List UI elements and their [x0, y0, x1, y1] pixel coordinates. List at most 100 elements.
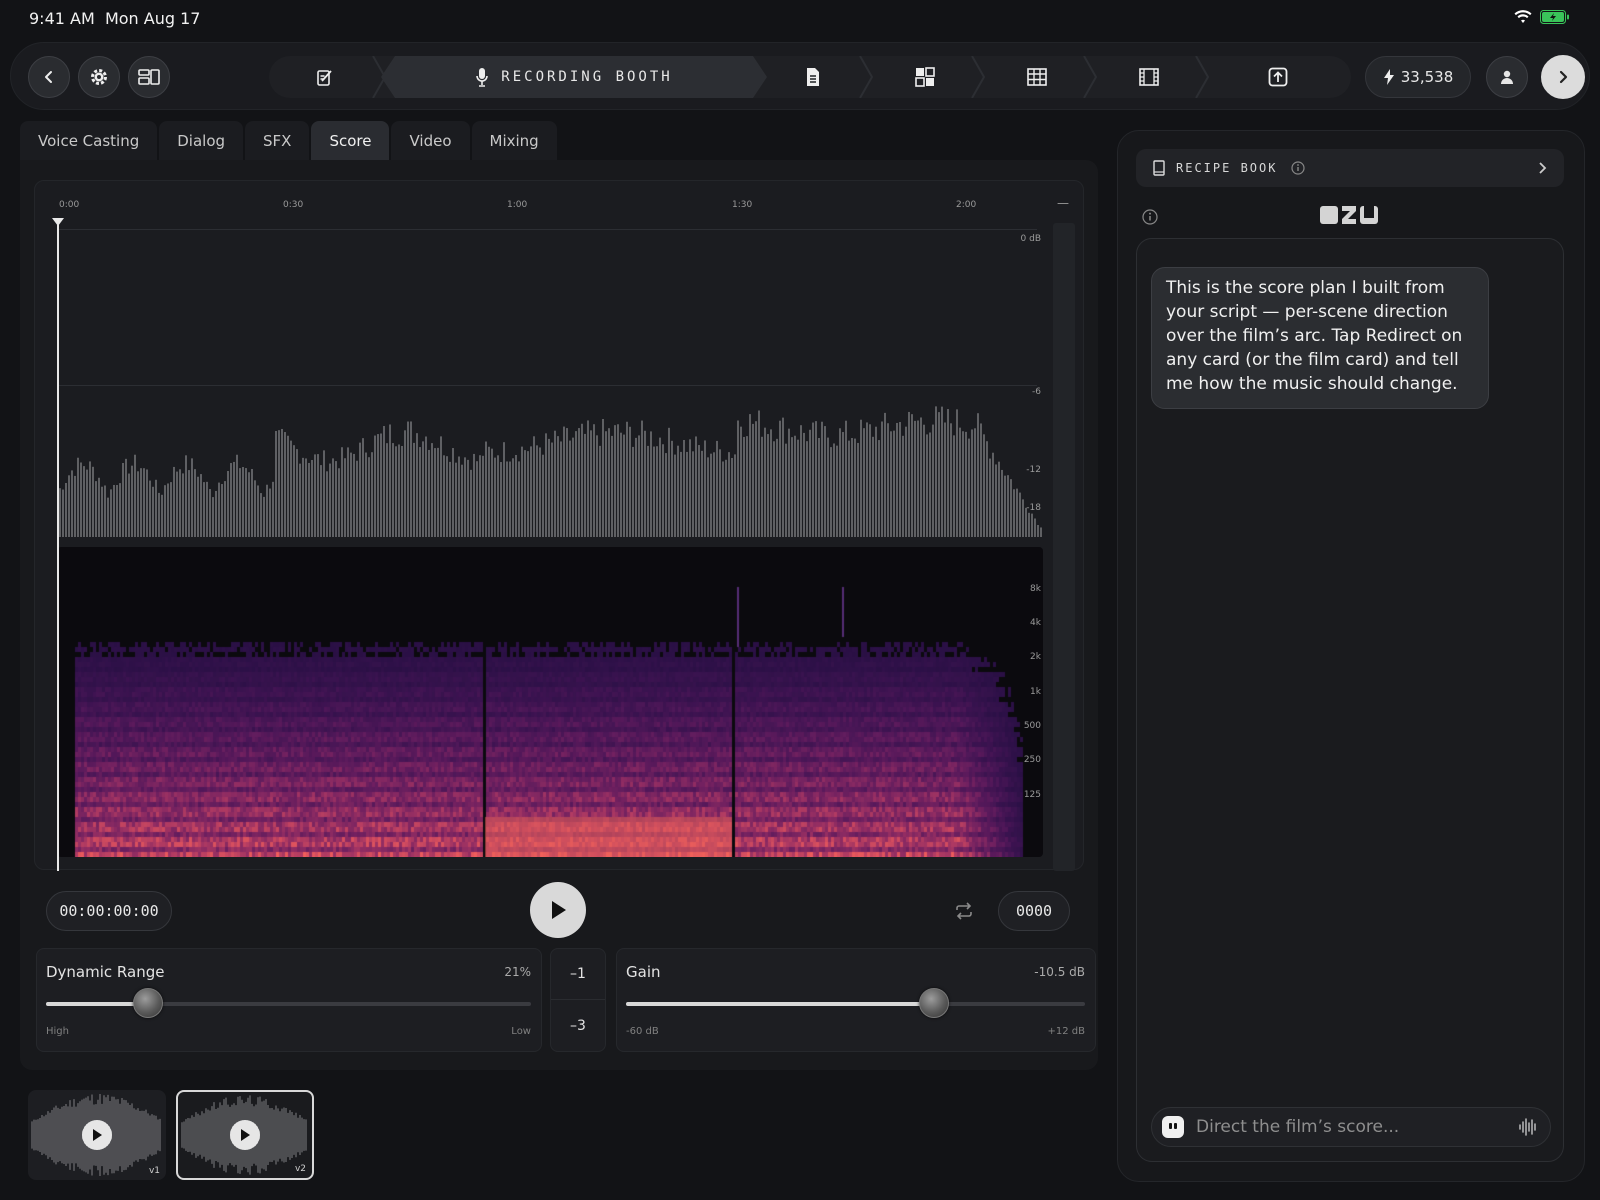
- recipe-book-button[interactable]: RECIPE BOOK: [1136, 149, 1564, 187]
- gain-slider[interactable]: [626, 988, 1085, 1018]
- score-editor: 0:00 0:30 1:00 1:30 2:00 — 0 dB -6 -12 -…: [20, 160, 1098, 1070]
- timeline-tick: 0:30: [283, 200, 304, 210]
- loop-icon[interactable]: [954, 902, 974, 920]
- voice-waveform-icon[interactable]: [1518, 1117, 1538, 1137]
- tab-score[interactable]: Score: [311, 121, 390, 161]
- chevron-right-icon: [1539, 162, 1547, 174]
- user-icon: [1501, 70, 1513, 84]
- back-button[interactable]: [28, 56, 70, 98]
- vertical-scrollbar[interactable]: [1053, 223, 1075, 871]
- profile-button[interactable]: [1486, 56, 1528, 98]
- layout-button[interactable]: [128, 56, 170, 98]
- slider-fill: [626, 1002, 934, 1006]
- step-minus-3-button[interactable]: –3: [551, 1000, 605, 1051]
- settings-button[interactable]: [78, 56, 120, 98]
- spectrogram-canvas: [57, 547, 1043, 857]
- waveform: [57, 406, 1042, 537]
- freq-label: 250: [1023, 755, 1041, 765]
- step-presets: –1 –3: [550, 948, 606, 1052]
- control-value: -10.5 dB: [1034, 965, 1085, 979]
- timeline-tick: 0:00: [59, 200, 80, 210]
- slider-knob[interactable]: [132, 988, 163, 1018]
- play-icon: [241, 1129, 250, 1141]
- step-document[interactable]: [757, 56, 869, 98]
- info-icon[interactable]: [1291, 161, 1306, 175]
- slider-knob[interactable]: [918, 988, 949, 1018]
- tab-video[interactable]: Video: [391, 121, 470, 161]
- module-tabs: Voice Casting Dialog SFX Score Video Mix…: [20, 121, 557, 161]
- recipe-book-title: RECIPE BOOK: [1176, 161, 1278, 175]
- info-icon[interactable]: [1142, 209, 1158, 225]
- top-toolbar: RECORDING BOOTH 33,538: [10, 42, 1590, 110]
- microphone-icon: [475, 67, 489, 87]
- freq-label: 125: [1023, 790, 1041, 800]
- timeline-tick: 1:00: [507, 200, 528, 210]
- frame-counter: 0000: [998, 891, 1070, 931]
- face-icon: [1169, 1123, 1177, 1129]
- step-table[interactable]: [981, 56, 1093, 98]
- film-strip-icon: [1139, 68, 1159, 86]
- pencil-note-icon: [317, 70, 332, 86]
- step-script[interactable]: [269, 56, 381, 98]
- chat-composer[interactable]: Direct the film’s score...: [1151, 1107, 1551, 1147]
- tab-dialog[interactable]: Dialog: [159, 121, 244, 161]
- version-label: v2: [294, 1164, 306, 1174]
- layout-icon: [138, 69, 160, 85]
- tab-mixing[interactable]: Mixing: [471, 121, 557, 161]
- play-icon: [552, 901, 566, 919]
- version-thumbnail-selected[interactable]: v2: [176, 1090, 314, 1180]
- freq-label: 2k: [1030, 652, 1041, 662]
- version-label: v1: [148, 1166, 160, 1176]
- step-minus-1-button[interactable]: –1: [551, 949, 605, 1000]
- thumbnail-play-button[interactable]: [82, 1120, 112, 1150]
- export-icon: [1268, 67, 1288, 87]
- version-thumbnail[interactable]: v1: [28, 1090, 166, 1180]
- chevron-left-icon: [45, 71, 52, 83]
- grid-line: [57, 229, 1037, 230]
- gain-control: Gain -10.5 dB -60 dB +12 dB: [616, 948, 1096, 1052]
- timeline-end-marker: —: [1057, 196, 1069, 210]
- pipeline-stepper: RECORDING BOOTH: [269, 56, 1351, 98]
- playhead[interactable]: [52, 218, 64, 871]
- step-export[interactable]: [1205, 56, 1351, 98]
- dynamic-range-slider[interactable]: [46, 988, 531, 1018]
- control-title: Gain: [626, 963, 661, 981]
- control-title: Dynamic Range: [46, 963, 165, 981]
- battery-icon: [1540, 10, 1569, 24]
- play-icon: [93, 1129, 102, 1141]
- step-film[interactable]: [1093, 56, 1205, 98]
- step-recording-booth[interactable]: RECORDING BOOTH: [381, 56, 767, 98]
- timeline-tick: 2:00: [956, 200, 977, 210]
- assistant-panel: RECIPE BOOK This is the score plan I bui…: [1117, 130, 1585, 1182]
- control-min-label: High: [46, 1026, 69, 1037]
- spectrogram: 8k 4k 2k 1k 500 250 125: [57, 547, 1043, 857]
- status-icons: [1514, 10, 1570, 24]
- tab-sfx[interactable]: SFX: [245, 121, 310, 161]
- book-icon: [1153, 160, 1165, 176]
- table-grid-icon: [1027, 68, 1047, 86]
- brand-logo-icon: [1320, 206, 1378, 224]
- audio-visualizer: 0:00 0:30 1:00 1:30 2:00 — 0 dB -6 -12 -…: [34, 180, 1084, 871]
- playhead-marker-icon: [52, 218, 64, 226]
- timecode-display: 00:00:00:00: [46, 891, 172, 931]
- assistant-avatar: [1162, 1116, 1184, 1138]
- timeline-tick: 1:30: [732, 200, 753, 210]
- control-max-label: Low: [511, 1026, 531, 1037]
- play-button[interactable]: [530, 882, 586, 938]
- step-storyboard[interactable]: [869, 56, 981, 98]
- control-min-label: -60 dB: [626, 1026, 659, 1037]
- tab-voice-casting[interactable]: Voice Casting: [20, 121, 158, 161]
- chat-thread: This is the score plan I built from your…: [1136, 238, 1564, 1162]
- next-button[interactable]: [1541, 55, 1585, 99]
- storyboard-icon: [915, 67, 935, 87]
- thumbnail-play-button[interactable]: [230, 1120, 260, 1150]
- status-bar: 9:41 AM Mon Aug 17: [0, 0, 1600, 36]
- chat-input[interactable]: Direct the film’s score...: [1196, 1117, 1399, 1137]
- wifi-icon: [1514, 10, 1532, 23]
- db-label: 0 dB: [1020, 234, 1041, 244]
- gear-icon: [91, 69, 107, 85]
- credits-balance[interactable]: 33,538: [1365, 56, 1471, 98]
- freq-label: 8k: [1030, 584, 1041, 594]
- freq-label: 500: [1023, 721, 1041, 731]
- control-max-label: +12 dB: [1047, 1026, 1086, 1037]
